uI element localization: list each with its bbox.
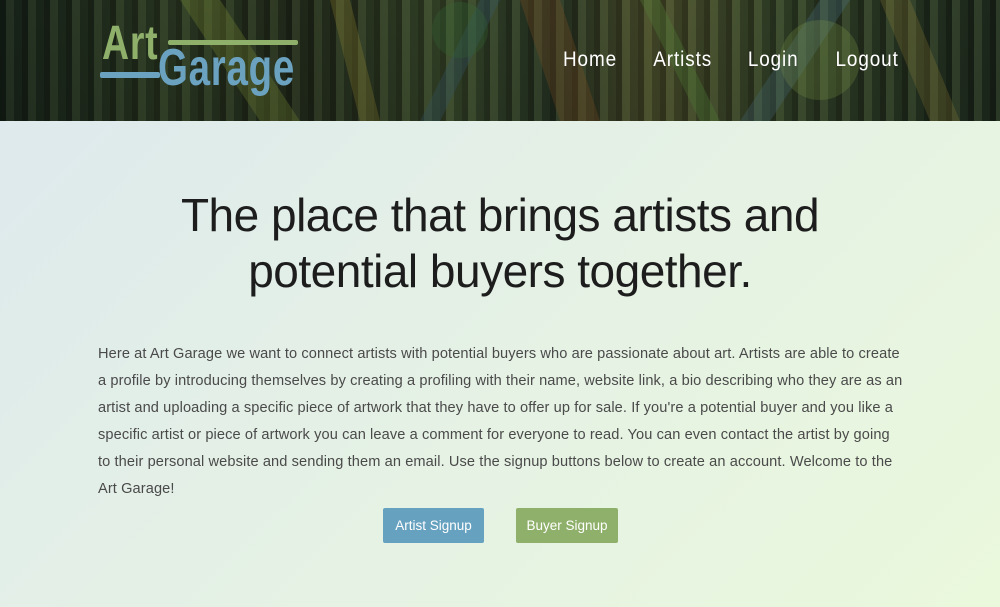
nav-home[interactable]: Home (563, 48, 617, 72)
art-garage-logo[interactable]: Art Garage (100, 17, 305, 100)
nav-login[interactable]: Login (748, 48, 799, 72)
hero-section: The place that brings artists and potent… (0, 121, 1000, 607)
hero-intro-text: Here at Art Garage we want to connect ar… (98, 346, 903, 497)
artist-signup-button[interactable]: Artist Signup (383, 508, 484, 543)
logo-art-text: Art (102, 17, 159, 70)
hero-headline: The place that brings artists and potent… (180, 189, 820, 297)
logo-garage-text: Garage (158, 39, 296, 97)
nav-logout[interactable]: Logout (835, 48, 898, 72)
main-nav: Home Artists Login Logout (560, 48, 902, 72)
buyer-signup-button[interactable]: Buyer Signup (516, 508, 618, 543)
site-header: Art Garage Home Artists Login Logout (0, 0, 1000, 121)
nav-artists[interactable]: Artists (653, 48, 712, 72)
